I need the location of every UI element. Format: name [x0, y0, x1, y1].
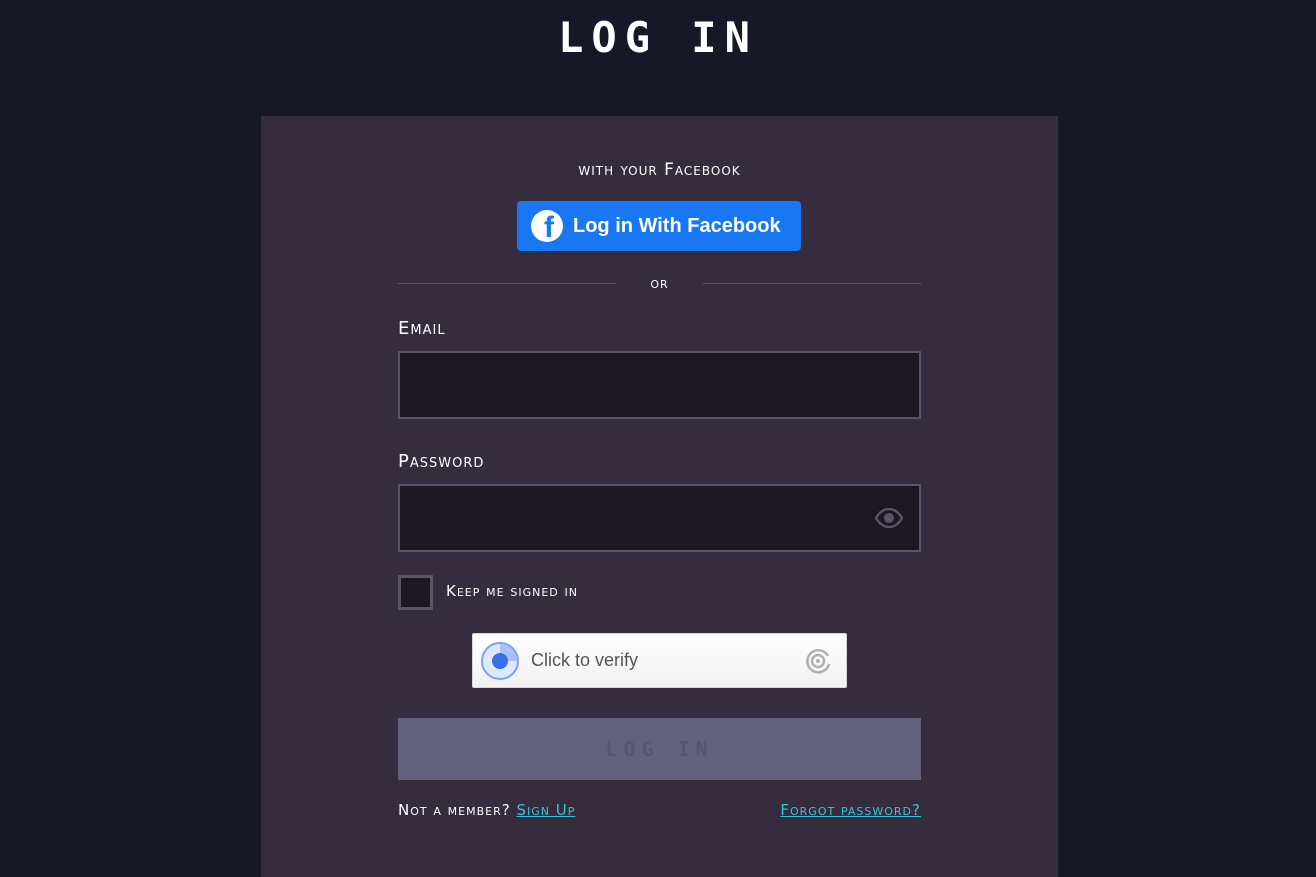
or-divider: or — [398, 273, 921, 292]
divider-line-right — [703, 283, 921, 284]
divider-line-left — [398, 283, 616, 284]
email-label: Email — [398, 318, 446, 339]
signup-prompt: Not a member? Sign Up — [398, 801, 575, 819]
password-field[interactable] — [398, 484, 921, 552]
divider-label: or — [650, 273, 669, 292]
email-field[interactable] — [398, 351, 921, 419]
login-submit-button[interactable]: LOG IN — [398, 718, 921, 780]
password-label: Password — [398, 451, 485, 472]
captcha-logo-icon — [806, 648, 831, 673]
captcha-label: Click to verify — [531, 650, 639, 670]
keep-signed-in-checkbox[interactable] — [398, 575, 433, 610]
forgot-password-link[interactable]: Forgot password? — [780, 801, 921, 819]
eye-icon[interactable] — [875, 508, 903, 528]
page-title: LOG IN — [558, 13, 758, 62]
login-card: with your Facebook f Log in With Faceboo… — [261, 116, 1058, 877]
captcha-spinner-icon — [481, 641, 519, 680]
facebook-login-label: Log in With Facebook — [573, 214, 781, 237]
facebook-icon: f — [531, 210, 563, 242]
not-member-text: Not a member? — [398, 801, 511, 819]
facebook-login-button[interactable]: f Log in With Facebook — [517, 201, 801, 251]
keep-signed-in-label: Keep me signed in — [446, 582, 578, 600]
signup-link[interactable]: Sign Up — [516, 801, 575, 819]
facebook-caption: with your Facebook — [578, 160, 741, 180]
captcha-widget[interactable]: Click to verify — [472, 633, 847, 688]
